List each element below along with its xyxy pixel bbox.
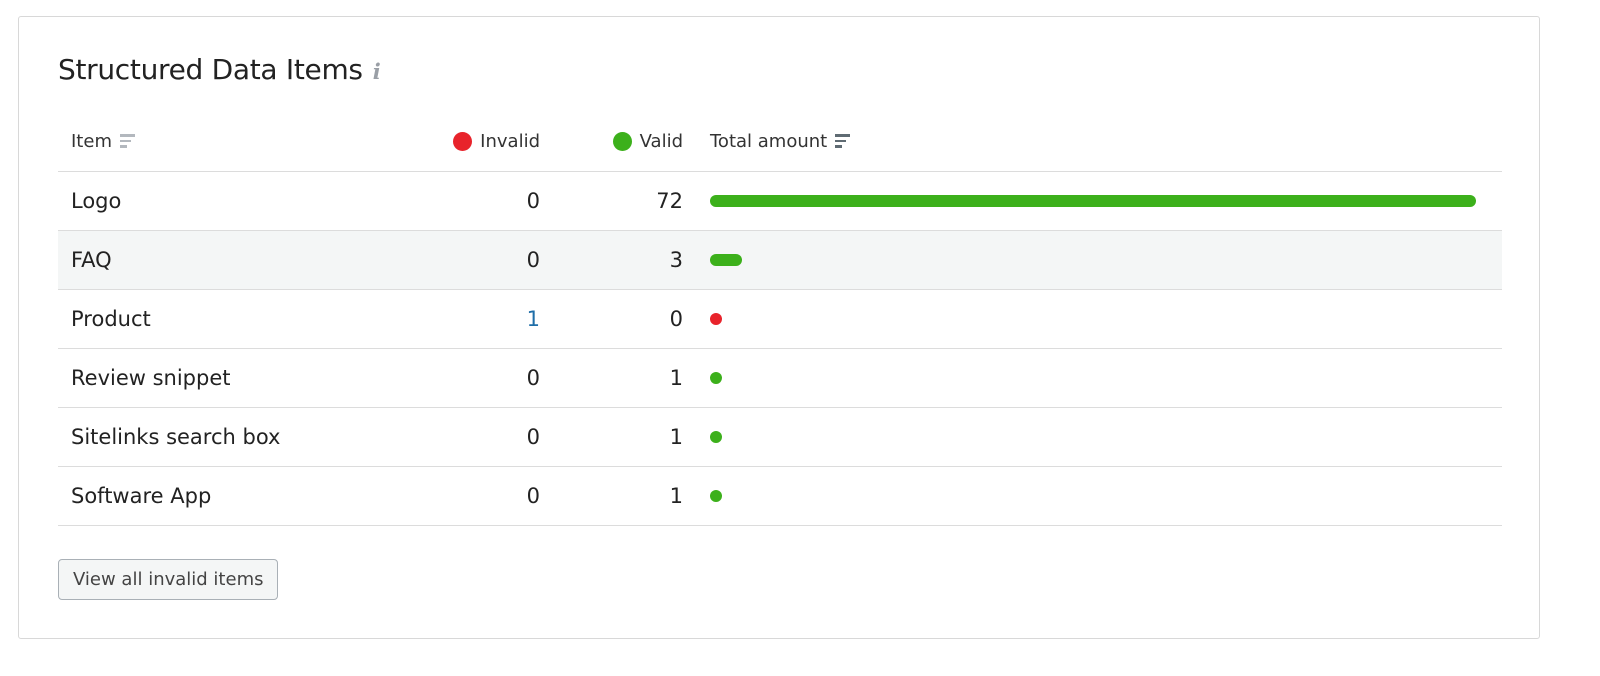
total-dot [710, 372, 722, 384]
structured-data-card: Structured Data Items i Item Invalid Val… [18, 16, 1540, 639]
sort-active-icon[interactable] [835, 134, 851, 148]
cell-valid: 1 [669, 484, 683, 508]
total-bar [710, 254, 742, 266]
cell-valid: 0 [669, 307, 683, 331]
cell-item: Product [71, 307, 151, 331]
column-header-invalid: Invalid [453, 131, 540, 152]
total-bar [710, 195, 1476, 207]
cell-valid: 1 [669, 425, 683, 449]
cell-item: FAQ [71, 248, 112, 272]
cell-item: Software App [71, 484, 212, 508]
cell-invalid: 0 [526, 425, 540, 449]
cell-total-bar [710, 172, 1478, 230]
table-header: Item Invalid Valid Total amount [58, 111, 1502, 172]
cell-total-bar [710, 408, 1478, 466]
card-header: Structured Data Items i [58, 51, 381, 87]
column-header-invalid-label: Invalid [480, 130, 540, 152]
table-row: Sitelinks search box 0 1 [58, 408, 1502, 467]
column-header-item[interactable]: Item [71, 131, 135, 152]
sort-icon[interactable] [119, 134, 135, 148]
table-row: FAQ 0 3 [58, 231, 1502, 290]
cell-invalid: 0 [526, 484, 540, 508]
cell-item: Sitelinks search box [71, 425, 281, 449]
cell-total-bar [710, 231, 1478, 289]
cell-valid: 72 [656, 189, 683, 213]
view-all-invalid-button[interactable]: View all invalid items [58, 559, 279, 600]
info-icon[interactable]: i [373, 59, 381, 84]
column-header-valid: Valid [612, 130, 683, 152]
table-body: Logo 0 72 FAQ 0 3 Product 1 0 Review snippet 0 1 Sit… [58, 172, 1502, 526]
green-dot-icon [612, 131, 632, 151]
table-row: Logo 0 72 [58, 172, 1502, 231]
structured-data-table: Item Invalid Valid Total amount Logo 0 72 F… [58, 111, 1502, 526]
cell-invalid: 0 [526, 366, 540, 390]
cell-item: Logo [71, 189, 122, 213]
table-row: Product 1 0 [58, 290, 1502, 349]
column-header-valid-label: Valid [639, 130, 683, 152]
cell-invalid: 0 [526, 189, 540, 213]
cell-invalid: 0 [526, 248, 540, 272]
column-header-total[interactable]: Total amount [710, 130, 851, 152]
cell-valid: 1 [669, 366, 683, 390]
cell-total-bar [710, 467, 1478, 525]
cell-item: Review snippet [71, 366, 231, 390]
red-dot-icon [453, 131, 473, 151]
total-dot [710, 490, 722, 502]
cell-total-bar [710, 290, 1478, 348]
total-dot [710, 313, 722, 325]
cell-valid: 3 [669, 248, 683, 272]
table-row: Review snippet 0 1 [58, 349, 1502, 408]
cell-total-bar [710, 349, 1478, 407]
card-title: Structured Data Items [58, 52, 363, 86]
column-header-total-label: Total amount [710, 130, 828, 152]
column-header-item-label: Item [71, 130, 112, 152]
total-dot [710, 431, 722, 443]
table-row: Software App 0 1 [58, 467, 1502, 526]
cell-invalid[interactable]: 1 [527, 290, 540, 348]
